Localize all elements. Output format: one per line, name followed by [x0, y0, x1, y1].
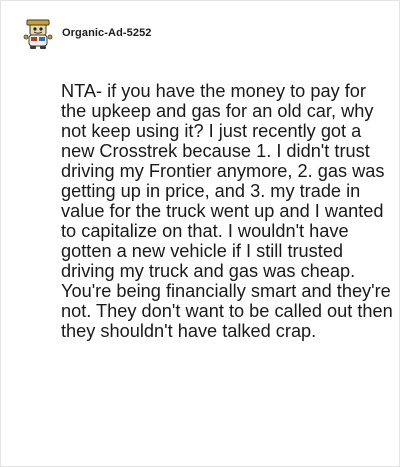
comment-header: Organic-Ad-5252: [21, 15, 152, 51]
comment-card: Organic-Ad-5252 NTA- if you have the mon…: [0, 0, 400, 467]
comment-body: NTA- if you have the money to pay for th…: [61, 81, 393, 341]
comment-author[interactable]: Organic-Ad-5252: [62, 27, 152, 39]
snoo-avatar-icon[interactable]: [21, 15, 55, 51]
avatar-graphic: [23, 19, 53, 49]
